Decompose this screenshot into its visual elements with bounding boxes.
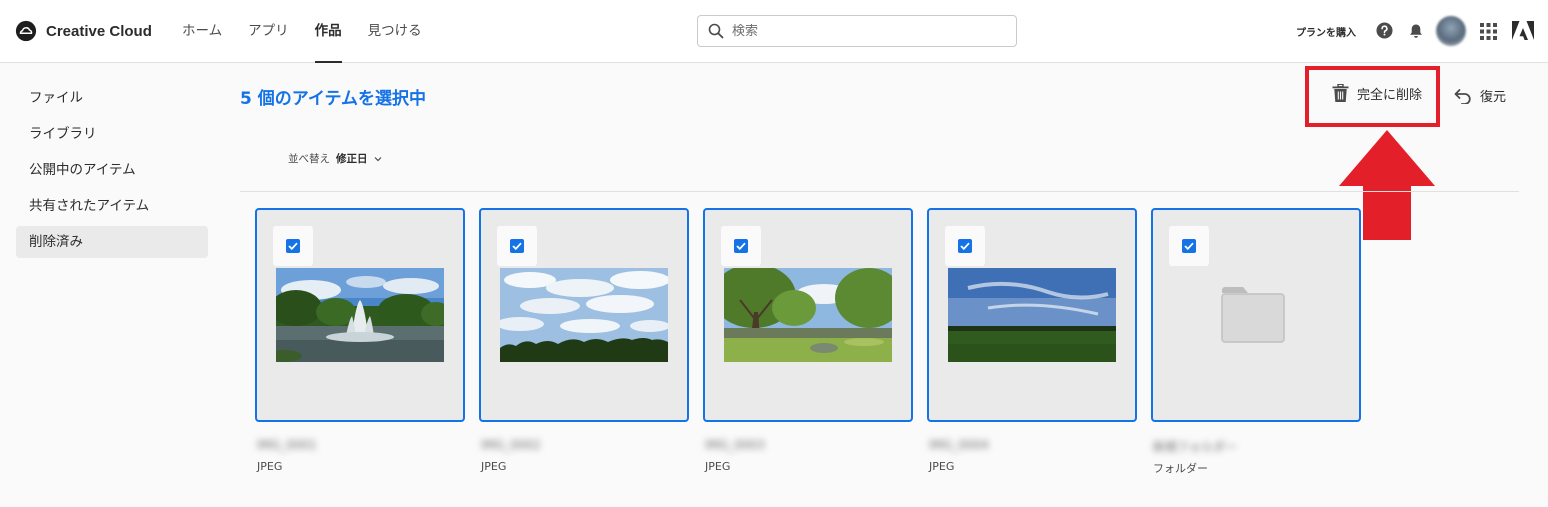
brand-name: Creative Cloud bbox=[46, 22, 152, 40]
item-checkbox[interactable] bbox=[510, 239, 524, 253]
bell-icon[interactable] bbox=[1408, 23, 1424, 39]
item-thumbnail bbox=[948, 268, 1116, 362]
main-nav: ホーム アプリ 作品 見つける bbox=[182, 0, 448, 63]
checkmark-icon bbox=[960, 242, 970, 250]
item-thumbnail bbox=[276, 268, 444, 362]
avatar[interactable] bbox=[1436, 16, 1466, 46]
item-checkbox[interactable] bbox=[734, 239, 748, 253]
checkbox-container[interactable] bbox=[273, 226, 313, 266]
item-card[interactable] bbox=[479, 208, 689, 422]
item-type: JPEG bbox=[257, 460, 283, 473]
folder-icon bbox=[1221, 287, 1285, 343]
sort-label: 並べ替え bbox=[288, 153, 330, 165]
item-type: フォルダー bbox=[1153, 462, 1208, 475]
top-bar: Creative Cloud ホーム アプリ 作品 見つける プランを購入 bbox=[0, 0, 1548, 63]
annotation-highlight-box bbox=[1305, 66, 1440, 127]
checkbox-container[interactable] bbox=[721, 226, 761, 266]
item-thumbnail bbox=[724, 268, 892, 362]
selection-title: 5 個のアイテムを選択中 bbox=[240, 89, 427, 109]
item-thumbnail bbox=[500, 268, 668, 362]
help-icon[interactable] bbox=[1376, 22, 1393, 39]
field-photo-image bbox=[948, 268, 1116, 362]
sidebar-item-libraries[interactable]: ライブラリ bbox=[16, 118, 208, 150]
item-type: JPEG bbox=[705, 460, 731, 473]
sidebar-item-files[interactable]: ファイル bbox=[16, 82, 208, 114]
checkmark-icon bbox=[1184, 242, 1194, 250]
checkbox-container[interactable] bbox=[1169, 226, 1209, 266]
buy-plan-link[interactable]: プランを購入 bbox=[1296, 24, 1356, 39]
sidebar-item-shared[interactable]: 共有されたアイテム bbox=[16, 190, 208, 222]
item-checkbox[interactable] bbox=[958, 239, 972, 253]
item-card[interactable] bbox=[1151, 208, 1361, 422]
sidebar: ファイル ライブラリ 公開中のアイテム 共有されたアイテム 削除済み bbox=[16, 82, 208, 262]
restore-button[interactable]: 復元 bbox=[1454, 86, 1506, 105]
brand[interactable]: Creative Cloud bbox=[15, 20, 152, 42]
checkmark-icon bbox=[512, 242, 522, 250]
search-icon bbox=[708, 23, 724, 39]
sidebar-item-deleted[interactable]: 削除済み bbox=[16, 226, 208, 258]
nav-home[interactable]: ホーム bbox=[182, 0, 222, 63]
nav-apps[interactable]: アプリ bbox=[248, 0, 289, 63]
sort-value: 修正日 bbox=[336, 153, 368, 165]
search-box[interactable] bbox=[697, 15, 1017, 47]
restore-label: 復元 bbox=[1480, 90, 1507, 105]
item-name: IMG_0004 bbox=[929, 438, 989, 452]
nav-work[interactable]: 作品 bbox=[314, 0, 342, 63]
sort-dropdown[interactable]: 並べ替え 修正日 bbox=[288, 151, 382, 166]
sky-photo-image bbox=[500, 268, 668, 362]
item-name: IMG_0001 bbox=[257, 438, 317, 452]
checkmark-icon bbox=[288, 242, 298, 250]
item-type: JPEG bbox=[929, 460, 955, 473]
fountain-photo-image bbox=[276, 268, 444, 362]
item-checkbox[interactable] bbox=[1182, 239, 1196, 253]
checkbox-container[interactable] bbox=[945, 226, 985, 266]
nav-discover[interactable]: 見つける bbox=[368, 0, 422, 63]
item-card[interactable] bbox=[703, 208, 913, 422]
sidebar-item-published[interactable]: 公開中のアイテム bbox=[16, 154, 208, 186]
divider bbox=[240, 191, 1519, 192]
checkmark-icon bbox=[736, 242, 746, 250]
search-input[interactable] bbox=[732, 23, 992, 39]
item-card[interactable] bbox=[255, 208, 465, 422]
undo-icon bbox=[1454, 88, 1471, 104]
park-photo-image bbox=[724, 268, 892, 362]
item-checkbox[interactable] bbox=[286, 239, 300, 253]
checkbox-container[interactable] bbox=[497, 226, 537, 266]
creative-cloud-logo-icon bbox=[15, 20, 37, 42]
item-name: IMG_0002 bbox=[481, 438, 541, 452]
item-card[interactable] bbox=[927, 208, 1137, 422]
app-grid-icon[interactable] bbox=[1480, 23, 1497, 40]
adobe-logo-icon[interactable] bbox=[1512, 21, 1534, 40]
item-name: IMG_0003 bbox=[705, 438, 765, 452]
item-name: 新規フォルダー bbox=[1153, 440, 1238, 454]
item-type: JPEG bbox=[481, 460, 507, 473]
chevron-down-icon bbox=[374, 156, 381, 161]
